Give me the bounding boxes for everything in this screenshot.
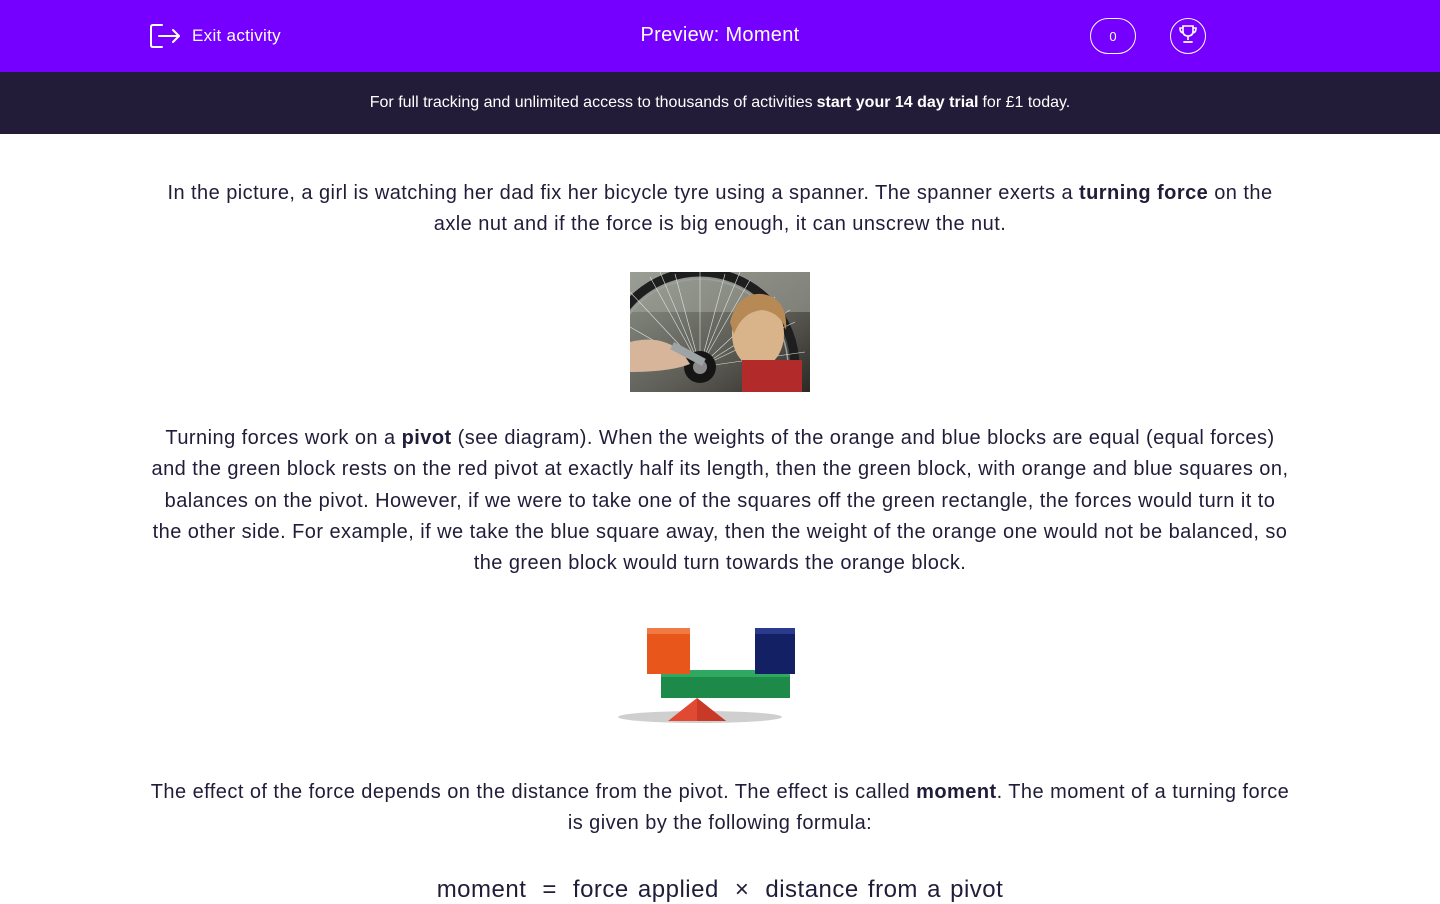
- formula-times: ×: [734, 876, 750, 903]
- trial-link[interactable]: start your 14 day trial: [817, 94, 979, 112]
- score-badge: 0: [1090, 18, 1136, 54]
- intro-paragraph: In the picture, a girl is watching her d…: [167, 182, 1273, 236]
- balance-diagram: [615, 618, 799, 728]
- trophy-button[interactable]: [1170, 18, 1206, 54]
- page-title: Preview: Moment: [640, 24, 800, 46]
- keyword-pivot: pivot: [401, 427, 452, 449]
- top-bar: Exit activity Preview: Moment 0: [0, 0, 1440, 72]
- bicycle-photo: [630, 272, 810, 392]
- pivot-paragraph: Turning forces work on a pivot (see diag…: [151, 427, 1289, 575]
- keyword-turning-force: turning force: [1079, 182, 1209, 204]
- blue-block: [755, 628, 799, 674]
- banner-text-end: for £1 today.: [982, 94, 1071, 111]
- banner-text: For full tracking and unlimited access t…: [369, 94, 813, 111]
- trophy-icon: [1176, 22, 1200, 51]
- formula-lhs: moment: [436, 876, 527, 903]
- formula-term-force: force applied: [572, 876, 719, 903]
- keyword-moment: moment: [916, 781, 997, 803]
- formula-term-distance: distance from a pivot: [765, 876, 1004, 903]
- orange-block: [647, 628, 690, 674]
- moment-paragraph: The effect of the force depends on the d…: [150, 781, 1290, 835]
- formula-equals: =: [542, 876, 557, 903]
- trial-banner: For full tracking and unlimited access t…: [0, 72, 1440, 134]
